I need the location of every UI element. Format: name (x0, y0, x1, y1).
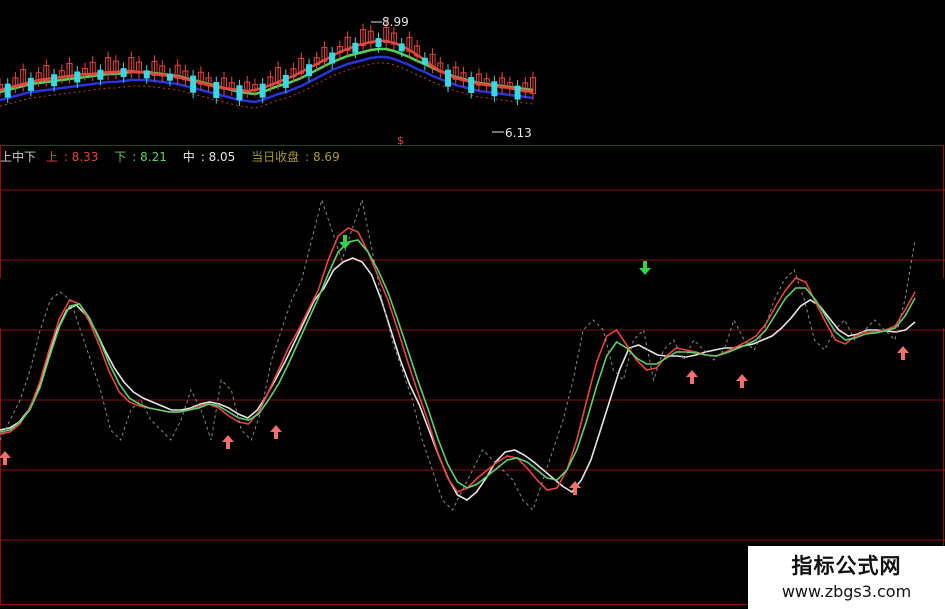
legend-mid: 中: 8.05 (182, 150, 236, 164)
buy-arrow-shape (736, 374, 748, 388)
candle-down (166, 73, 173, 81)
candle-down (190, 75, 197, 93)
indicator-panel-frame (0, 145, 944, 605)
indicator-line-2 (0, 239, 916, 489)
buy-arrow-shape (222, 435, 234, 449)
signal-arrows (0, 235, 909, 495)
candle-down (375, 38, 382, 48)
legend-upper-value: 8.33 (71, 150, 99, 164)
buy-arrow-icon (222, 435, 234, 449)
low-price-label: 6.13 (505, 126, 532, 140)
legend-lower: 下: 8.21 (114, 150, 167, 164)
occlusion-band (0, 278, 945, 328)
buy-arrow-icon (686, 370, 698, 384)
candle-down (514, 85, 521, 100)
candle-down (259, 83, 266, 98)
high-price-label: 8.99 (382, 15, 409, 29)
candle-down (236, 85, 243, 101)
candle-down (97, 69, 104, 80)
buy-arrow-icon (736, 374, 748, 388)
watermark-url: www.zbgs3.com (781, 582, 912, 601)
legend-close: 当日收盘: 8.69 (251, 150, 340, 164)
indicator-line-1 (0, 227, 916, 493)
buy-arrow-shape (897, 346, 909, 360)
candle-down (213, 82, 220, 98)
candle-down (4, 83, 11, 98)
legend-close-value: 8.69 (312, 150, 340, 164)
candle-down (491, 81, 498, 97)
watermark-title: 指标公式网 (791, 554, 902, 578)
legend-upper: 上: 8.33 (45, 150, 99, 164)
buy-arrow-icon (897, 346, 909, 360)
legend-lower-value: 8.21 (140, 150, 167, 164)
candle-down (445, 69, 452, 87)
chart-canvas (0, 21, 945, 605)
candle-down (282, 74, 289, 88)
dotted-band-line (0, 198, 916, 511)
sell-arrow-shape (639, 261, 651, 275)
legend-mid-value: 8.05 (208, 150, 236, 164)
legend-lower-label: 下 (114, 150, 127, 164)
marker-symbol: $ (397, 134, 404, 147)
indicator-legend: 上中下 上: 8.33 下: 8.21 中: 8.05 当日收盘: 8.69 (0, 148, 352, 165)
buy-arrow-icon (0, 451, 11, 465)
legend-title: 上中下 (0, 150, 37, 164)
candle-down (27, 77, 34, 91)
price-panel (0, 21, 536, 133)
buy-arrow-shape (686, 370, 698, 384)
candle-down (74, 71, 81, 83)
candle-down (329, 52, 336, 64)
legend-upper-label: 上 (45, 150, 58, 164)
candle-down (352, 42, 359, 53)
candle-down (398, 43, 405, 52)
indicator-lines (0, 198, 916, 511)
sell-arrow-icon (639, 261, 651, 275)
buy-arrow-shape (0, 451, 11, 465)
buy-arrow-shape (270, 425, 282, 439)
indicator-gridlines (0, 189, 945, 541)
legend-mid-label: 中 (182, 150, 195, 164)
candle-down (421, 57, 428, 65)
candle-down (120, 68, 127, 78)
watermark: 指标公式网 www.zbgs3.com (748, 546, 945, 609)
legend-close-label: 当日收盘 (251, 150, 300, 164)
buy-arrow-icon (270, 425, 282, 439)
candle-down (143, 70, 150, 79)
candle-down (468, 77, 475, 93)
candle-down (51, 74, 58, 87)
candle-down (305, 64, 312, 77)
